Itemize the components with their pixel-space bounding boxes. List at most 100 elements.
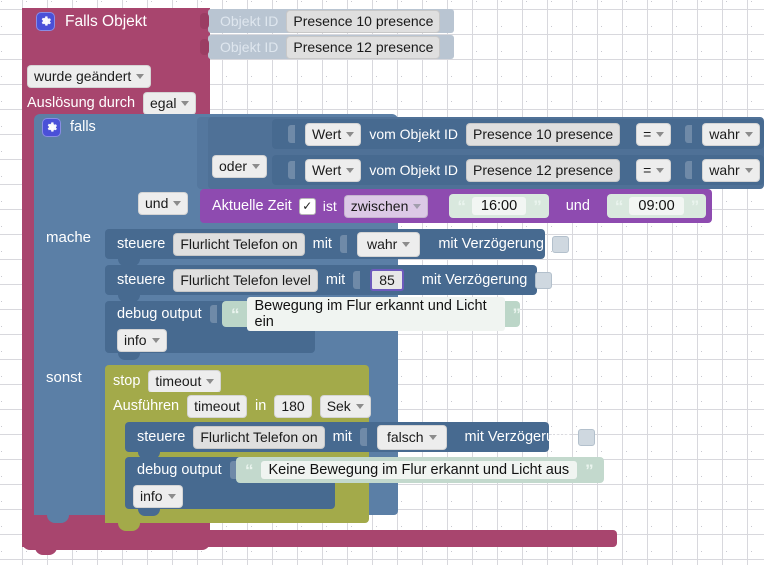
schedule-amount-field[interactable]: 180 xyxy=(274,394,312,418)
and-operator[interactable]: und xyxy=(138,192,189,215)
trigger-object-row-2[interactable]: Objekt ID Presence 12 presence xyxy=(208,35,454,59)
value-socket xyxy=(685,161,693,179)
schedule-unit-field[interactable]: Sek xyxy=(319,394,371,418)
stop-target-field[interactable]: timeout xyxy=(148,370,222,393)
control-delay-label: mit Verzögerung xyxy=(438,235,544,252)
time-start-block[interactable]: “ 16:00 ” xyxy=(449,194,549,218)
of-object-label: vom Objekt ID xyxy=(369,126,459,142)
and-operator-field[interactable]: und xyxy=(138,192,189,215)
control-object[interactable]: Flurlicht Telefon level xyxy=(173,268,318,292)
value-socket xyxy=(685,125,693,143)
control-delay-checkbox[interactable] xyxy=(578,428,596,446)
control-with-label: mit xyxy=(332,428,352,445)
control-verb: steuere xyxy=(117,235,166,252)
comparator-value: = xyxy=(643,161,652,178)
comparator-value: = xyxy=(643,125,652,142)
value-socket xyxy=(359,428,367,446)
getter-value: Wert xyxy=(312,125,342,142)
quote-close-icon: ” xyxy=(512,304,521,324)
stop-verb: stop xyxy=(113,373,141,390)
trigger-socket-1 xyxy=(200,13,209,29)
trigger-source-value: egal xyxy=(150,95,177,111)
time-join-label: und xyxy=(565,197,590,214)
gear-icon[interactable] xyxy=(36,12,55,31)
control-value: falsch xyxy=(386,428,424,445)
debug-level-value: info xyxy=(124,331,147,348)
time-end-value[interactable]: 09:00 xyxy=(629,197,684,215)
condition-object[interactable]: Presence 10 presence xyxy=(466,122,621,146)
getter-field[interactable]: Wert xyxy=(305,122,362,146)
condition-value-field[interactable]: wahr xyxy=(702,158,760,182)
control-delay-label: mit Verzögerung xyxy=(421,271,528,288)
control-value-field[interactable]: wahr xyxy=(356,231,421,257)
objekt-id-value[interactable]: Presence 12 presence xyxy=(286,35,441,59)
or-operator-value: oder xyxy=(219,158,248,174)
condition-row-2[interactable]: Wert vom Objekt ID Presence 12 presence … xyxy=(272,155,764,185)
and-operator-value: und xyxy=(145,195,169,211)
gear-icon[interactable] xyxy=(42,118,61,137)
trigger-source-row[interactable]: Auslösung durch egal xyxy=(27,92,197,115)
or-operator[interactable]: oder xyxy=(212,155,268,178)
comparator-field[interactable]: = xyxy=(636,158,672,182)
time-start-value[interactable]: 16:00 xyxy=(471,197,527,215)
control-object[interactable]: Flurlicht Telefon on xyxy=(193,425,325,449)
value-socket xyxy=(209,305,217,323)
statement-notch xyxy=(138,509,160,516)
condition-object[interactable]: Presence 12 presence xyxy=(466,158,621,182)
time-condition-checkbox[interactable]: ✓ xyxy=(298,197,316,215)
value-socket xyxy=(288,161,295,179)
condition-row-1[interactable]: Wert vom Objekt ID Presence 10 presence … xyxy=(272,119,764,149)
if-block-header[interactable]: falls xyxy=(42,118,96,137)
control-value-field[interactable]: falsch xyxy=(376,424,447,450)
trigger-socket-2 xyxy=(200,39,209,55)
debug-text-block[interactable]: “ Bewegung im Flur erkannt und Licht ein… xyxy=(222,297,521,331)
debug-level-field[interactable]: info xyxy=(117,328,167,352)
time-condition-block[interactable]: Aktuelle Zeit ✓ ist zwischen “ 16:00 ” u… xyxy=(200,189,712,223)
stop-target-value: timeout xyxy=(155,373,202,389)
trigger-object-row-1[interactable]: Objekt ID Presence 10 presence xyxy=(208,9,454,33)
time-operator-value: zwischen xyxy=(350,197,409,214)
time-end-block[interactable]: “ 09:00 ” xyxy=(606,194,707,218)
control-delay-checkbox[interactable] xyxy=(535,271,553,289)
objekt-id-value[interactable]: Presence 10 presence xyxy=(286,9,441,33)
stop-timeout-statement[interactable]: stop timeout xyxy=(113,370,222,393)
trigger-source-field[interactable]: egal xyxy=(143,92,197,115)
do-label: mache xyxy=(46,229,92,246)
blockly-canvas[interactable]: Falls Objekt Objekt ID Presence 10 prese… xyxy=(0,0,764,565)
comparator-field[interactable]: = xyxy=(636,122,672,146)
control-verb: steuere xyxy=(137,428,186,445)
schedule-in-label: in xyxy=(255,397,267,414)
debug-verb: debug output xyxy=(117,305,202,322)
trigger-header[interactable]: Falls Objekt xyxy=(36,12,147,31)
else-debug-text-value[interactable]: Keine Bewegung im Flur erkannt und Licht… xyxy=(260,461,578,479)
else-body-control[interactable]: steuere Flurlicht Telefon on mit falsch … xyxy=(125,422,596,452)
trigger-block-bottom-notch xyxy=(35,547,57,555)
control-value: wahr xyxy=(366,235,398,252)
schedule-name-field[interactable]: timeout xyxy=(187,394,248,418)
getter-field[interactable]: Wert xyxy=(305,158,362,182)
or-operator-field[interactable]: oder xyxy=(212,155,268,178)
condition-value-field[interactable]: wahr xyxy=(702,122,760,146)
control-object[interactable]: Flurlicht Telefon on xyxy=(173,232,305,256)
do-statement-control-2[interactable]: steuere Flurlicht Telefon level mit 85 m… xyxy=(105,265,553,295)
control-delay-checkbox[interactable] xyxy=(551,235,569,253)
trigger-change-mode[interactable]: wurde geändert xyxy=(27,65,152,88)
debug-level-field[interactable]: info xyxy=(133,484,183,508)
time-operator-field[interactable]: zwischen xyxy=(343,194,429,218)
control-with-label: mit xyxy=(312,235,332,252)
control-number-value[interactable]: 85 xyxy=(370,269,404,291)
do-statement-control-1[interactable]: steuere Flurlicht Telefon on mit wahr mi… xyxy=(105,229,569,259)
schedule-statement[interactable]: Ausführen timeout in 180 Sek xyxy=(105,392,371,420)
change-mode-value: wurde geändert xyxy=(34,68,132,84)
else-debug-text-block[interactable]: “ Keine Bewegung im Flur erkannt und Lic… xyxy=(236,457,604,483)
objekt-id-label: Objekt ID xyxy=(220,39,279,55)
value-socket xyxy=(288,125,295,143)
quote-open-icon: “ xyxy=(231,304,239,324)
debug-level-value: info xyxy=(140,487,163,504)
debug-text-value[interactable]: Bewegung im Flur erkannt und Licht ein xyxy=(246,297,505,331)
change-mode-field[interactable]: wurde geändert xyxy=(27,65,152,88)
of-object-label: vom Objekt ID xyxy=(369,162,459,178)
condition-value: wahr xyxy=(709,161,740,178)
quote-open-icon: “ xyxy=(457,196,465,216)
control-with-label: mit xyxy=(325,271,346,288)
